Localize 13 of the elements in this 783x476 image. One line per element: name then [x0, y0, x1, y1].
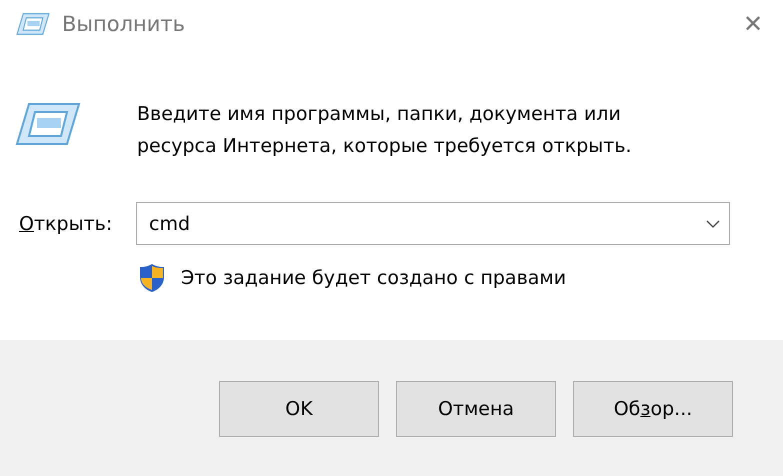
- shield-icon: [138, 263, 166, 293]
- dialog-button[interactable]: Обзор...: [573, 381, 733, 437]
- admin-note: Это задание будет создано с правами: [181, 267, 566, 289]
- open-combo-box[interactable]: cmd: [136, 202, 730, 245]
- open-label: Открыть:: [18, 212, 114, 234]
- description-text: Введите имя программы, папки, документа или ресурса Интернета, которые требуется открыть.: [137, 102, 633, 159]
- window-title: Выполнить: [62, 12, 186, 36]
- close-button[interactable]: ✕: [723, 0, 783, 48]
- run-icon: [15, 102, 81, 146]
- dropdown-caret-icon[interactable]: [706, 220, 720, 228]
- dialog-button[interactable]: Отмена: [396, 381, 556, 437]
- run-icon: [16, 12, 50, 36]
- dialog-button[interactable]: OK: [219, 381, 379, 437]
